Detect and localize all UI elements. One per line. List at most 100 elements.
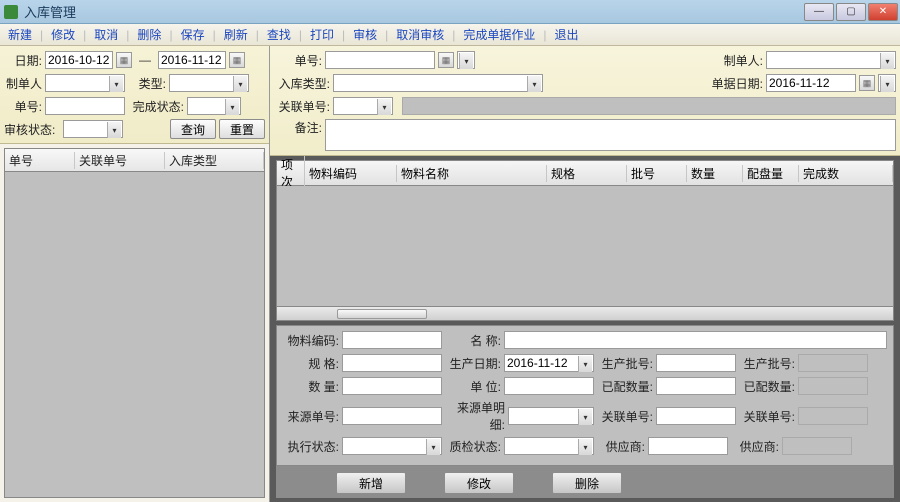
billno-label: 单号: xyxy=(4,98,42,115)
col-relbill[interactable]: 关联单号 xyxy=(75,152,165,169)
col-billno[interactable]: 单号 xyxy=(5,152,75,169)
toolbar-new[interactable]: 新建 xyxy=(4,24,36,45)
col-lot[interactable]: 批号 xyxy=(627,165,687,182)
date-from-input[interactable] xyxy=(45,51,113,69)
df-insp-label: 质检状态: xyxy=(445,438,501,455)
maker-select[interactable]: ▾ xyxy=(45,74,125,92)
rq-billno-label: 单号: xyxy=(274,52,322,69)
rq-billdate-drop[interactable]: ▾ xyxy=(878,74,896,92)
left-query-panel: 日期: ▦ — ▦ 制单人 ▾ 类型: ▾ 单号: 完成状态: ▾ 审核状态: xyxy=(0,46,269,144)
date-to-input[interactable] xyxy=(158,51,226,69)
maker-label: 制单人 xyxy=(4,75,42,92)
chevron-down-icon: ▾ xyxy=(880,53,894,69)
col-seq[interactable]: 项次 xyxy=(277,156,305,190)
grid-hscroll[interactable] xyxy=(276,307,894,321)
toolbar-find[interactable]: 查找 xyxy=(263,24,295,45)
rq-reldoc-select[interactable]: ▾ xyxy=(333,97,393,115)
calendar-icon[interactable]: ▦ xyxy=(859,75,875,91)
window-title: 入库管理 xyxy=(24,2,804,21)
chevron-down-icon: ▾ xyxy=(426,439,440,455)
reset-button[interactable]: 重置 xyxy=(219,119,265,139)
col-matname[interactable]: 物料名称 xyxy=(397,165,547,182)
rq-reldoc-label: 关联单号: xyxy=(274,98,330,115)
chevron-down-icon: ▾ xyxy=(578,409,592,425)
toolbar-complete[interactable]: 完成单据作业 xyxy=(459,24,539,45)
toolbar-unaudit[interactable]: 取消审核 xyxy=(392,24,448,45)
audit-status-select[interactable]: ▾ xyxy=(63,120,123,138)
chevron-down-icon: ▾ xyxy=(109,76,123,92)
rq-maker-label: 制单人: xyxy=(715,52,763,69)
df-qty-label: 数 量: xyxy=(283,378,339,395)
col-intype[interactable]: 入库类型 xyxy=(165,152,264,169)
scroll-thumb[interactable] xyxy=(337,309,427,319)
detail-delete-button[interactable]: 删除 xyxy=(552,472,622,494)
maximize-button[interactable]: ▢ xyxy=(836,3,866,21)
calendar-icon[interactable]: ▦ xyxy=(116,52,132,68)
toolbar-save[interactable]: 保存 xyxy=(177,24,209,45)
toolbar-exit[interactable]: 退出 xyxy=(551,24,583,45)
chevron-down-icon: ▾ xyxy=(377,99,391,115)
lookup-icon[interactable]: ▦ xyxy=(438,52,454,68)
df-insp-select[interactable]: ▾ xyxy=(504,437,594,455)
audit-status-label: 审核状态: xyxy=(4,121,60,138)
right-grid-header: 项次 物料编码 物料名称 规格 批号 数量 配盘量 完成数 xyxy=(276,160,894,186)
col-spec[interactable]: 规格 xyxy=(547,165,627,182)
chevron-down-icon: ▾ xyxy=(880,76,894,92)
df-proddate-input[interactable]: 2016-11-12▾ xyxy=(504,354,594,372)
detail-edit-button[interactable]: 修改 xyxy=(444,472,514,494)
rq-maker-select[interactable]: ▾ xyxy=(766,51,896,69)
date-label: 日期: xyxy=(4,52,42,69)
rq-billno-drop[interactable]: ▾ xyxy=(457,51,475,69)
detail-form: 物料编码: 名 称: 规 格: 生产日期: 2016-11-12▾ 生产批号: … xyxy=(276,325,894,466)
toolbar-cancel[interactable]: 取消 xyxy=(90,24,122,45)
df-prodlot-input[interactable] xyxy=(656,354,736,372)
df-supplier2-label: 供应商: xyxy=(731,438,779,455)
right-grid-body[interactable] xyxy=(276,186,894,307)
query-button[interactable]: 查询 xyxy=(170,119,216,139)
complete-status-label: 完成状态: xyxy=(128,98,184,115)
df-reldoc-label: 关联单号: xyxy=(597,408,653,425)
right-grid-wrap: 项次 物料编码 物料名称 规格 批号 数量 配盘量 完成数 物料编码: 名 称: xyxy=(270,156,900,502)
redacted-field xyxy=(798,354,868,372)
rq-intype-label: 入库类型: xyxy=(274,75,330,92)
col-done[interactable]: 完成数 xyxy=(799,165,893,182)
rq-remark-input[interactable] xyxy=(325,119,896,151)
rq-billno-input[interactable] xyxy=(325,51,435,69)
titlebar: 入库管理 — ▢ ✕ xyxy=(0,0,900,24)
col-alloc[interactable]: 配盘量 xyxy=(743,165,799,182)
rq-intype-select[interactable]: ▾ xyxy=(333,74,543,92)
col-matcode[interactable]: 物料编码 xyxy=(305,165,397,182)
df-name-input[interactable] xyxy=(504,331,887,349)
df-spec-label: 规 格: xyxy=(283,355,339,372)
complete-status-select[interactable]: ▾ xyxy=(187,97,241,115)
df-srcdetail-select[interactable]: ▾ xyxy=(508,407,594,425)
type-select[interactable]: ▾ xyxy=(169,74,249,92)
df-spec-input[interactable] xyxy=(342,354,442,372)
df-unit-input[interactable] xyxy=(504,377,594,395)
rq-billdate-input[interactable] xyxy=(766,74,856,92)
df-matcode-input[interactable] xyxy=(342,331,442,349)
toolbar-refresh[interactable]: 刷新 xyxy=(220,24,252,45)
df-name-label: 名 称: xyxy=(445,332,501,349)
df-supplier-input[interactable] xyxy=(648,437,728,455)
calendar-icon[interactable]: ▦ xyxy=(229,52,245,68)
df-reldoc-input[interactable] xyxy=(656,407,736,425)
toolbar-edit[interactable]: 修改 xyxy=(47,24,79,45)
minimize-button[interactable]: — xyxy=(804,3,834,21)
df-proddate-label: 生产日期: xyxy=(445,355,501,372)
chevron-down-icon: ▾ xyxy=(233,76,247,92)
redacted-field xyxy=(798,377,868,395)
left-grid-body[interactable] xyxy=(4,172,265,498)
billno-input[interactable] xyxy=(45,97,125,115)
toolbar-delete[interactable]: 删除 xyxy=(133,24,165,45)
detail-new-button[interactable]: 新增 xyxy=(336,472,406,494)
col-qty[interactable]: 数量 xyxy=(687,165,743,182)
df-exec-select[interactable]: ▾ xyxy=(342,437,442,455)
df-srcbill-input[interactable] xyxy=(342,407,442,425)
df-qty-input[interactable] xyxy=(342,377,442,395)
close-button[interactable]: ✕ xyxy=(868,3,898,21)
df-allocqty-input[interactable] xyxy=(656,377,736,395)
toolbar-audit[interactable]: 审核 xyxy=(349,24,381,45)
left-grid-header: 单号 关联单号 入库类型 xyxy=(4,148,265,172)
toolbar-print[interactable]: 打印 xyxy=(306,24,338,45)
